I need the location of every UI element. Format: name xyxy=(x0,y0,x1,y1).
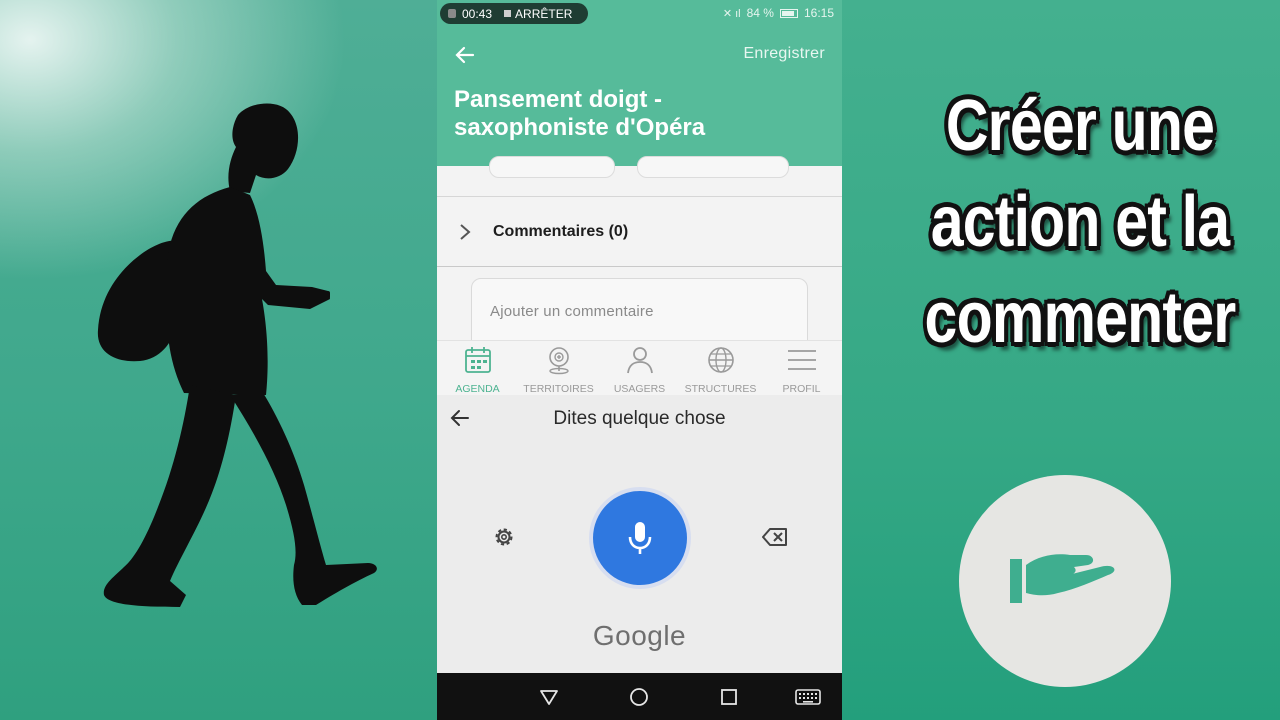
tab-profil[interactable]: PROFIL xyxy=(761,341,842,395)
title-line: action et la xyxy=(930,182,1230,262)
calendar-icon xyxy=(464,347,491,373)
user-icon xyxy=(626,347,653,374)
tab-agenda[interactable]: AGENDA xyxy=(437,341,518,395)
walking-person-silhouette xyxy=(97,103,377,607)
tab-label: AGENDA xyxy=(455,383,500,395)
chevron-right-icon xyxy=(460,224,471,240)
recording-time: 00:43 xyxy=(462,6,493,21)
overlay-title: Créer une action et la commenter xyxy=(920,78,1240,366)
phone-screen: 00:43 ARRÊTER ✕ ıl 84 % 16:15 Enregistre… xyxy=(437,0,842,720)
tab-usagers[interactable]: USAGERS xyxy=(599,341,680,395)
tab-territoires[interactable]: TERRITOIRES xyxy=(518,341,599,395)
divider xyxy=(437,266,842,267)
field-stub xyxy=(637,156,789,178)
status-bar: 00:43 ARRÊTER ✕ ıl 84 % 16:15 xyxy=(437,0,842,27)
status-indicators: ✕ ıl 84 % 16:15 xyxy=(723,6,834,20)
stop-recording-label[interactable]: ARRÊTER xyxy=(515,7,572,21)
nav-home-icon[interactable] xyxy=(627,685,651,709)
tab-label: USAGERS xyxy=(613,383,666,395)
hand-logo xyxy=(959,475,1171,687)
recording-icon xyxy=(448,9,456,18)
settings-gear-icon[interactable] xyxy=(492,525,516,549)
battery-percent: 84 % xyxy=(746,6,774,20)
content-area: Commentaires (0) Ajouter un commentaire xyxy=(437,156,842,352)
clock: 16:15 xyxy=(803,6,834,20)
tab-label: PROFIL xyxy=(782,383,821,395)
page-title: Pansement doigt - saxophoniste d'Opéra xyxy=(454,86,706,141)
voice-input-panel: Dites quelque chose Google xyxy=(437,395,842,673)
microphone-icon xyxy=(628,522,652,554)
title-line: Créer une xyxy=(945,86,1215,166)
tab-structures[interactable]: STRUCTURES xyxy=(680,341,761,395)
backspace-icon[interactable] xyxy=(762,527,788,547)
map-pin-icon xyxy=(548,347,569,375)
voice-prompt: Dites quelque chose xyxy=(553,408,726,429)
keyboard-icon[interactable] xyxy=(795,685,821,709)
globe-icon xyxy=(707,347,734,373)
screen-recorder-pill[interactable]: 00:43 ARRÊTER xyxy=(440,3,588,24)
back-arrow-icon[interactable] xyxy=(453,43,477,67)
tab-label: TERRITOIRES xyxy=(523,383,594,395)
title-line: commenter xyxy=(924,278,1237,358)
nav-back-icon[interactable] xyxy=(537,685,561,709)
nav-recents-icon[interactable] xyxy=(717,685,741,709)
android-nav-bar xyxy=(437,673,842,720)
mute-signal-icon: ✕ ıl xyxy=(722,7,741,20)
microphone-button[interactable] xyxy=(593,491,687,585)
field-stub xyxy=(489,156,615,178)
comments-section-header[interactable]: Commentaires (0) xyxy=(437,197,842,267)
menu-icon xyxy=(787,350,816,370)
stop-icon xyxy=(504,10,512,17)
app-bar: Enregistrer Pansement doigt - saxophonis… xyxy=(437,27,842,166)
comment-placeholder: Ajouter un commentaire xyxy=(490,303,654,320)
bottom-tab-bar: AGENDA TERRITOIRES USAGERS STRUCTURES PR… xyxy=(437,340,842,395)
tab-label: STRUCTURES xyxy=(684,383,757,395)
open-hand-icon xyxy=(1010,554,1115,603)
save-button[interactable]: Enregistrer xyxy=(743,45,825,63)
comments-label: Commentaires (0) xyxy=(493,223,629,240)
back-arrow-icon[interactable] xyxy=(449,407,471,429)
google-logo: Google xyxy=(592,620,687,651)
battery-icon xyxy=(779,8,798,18)
